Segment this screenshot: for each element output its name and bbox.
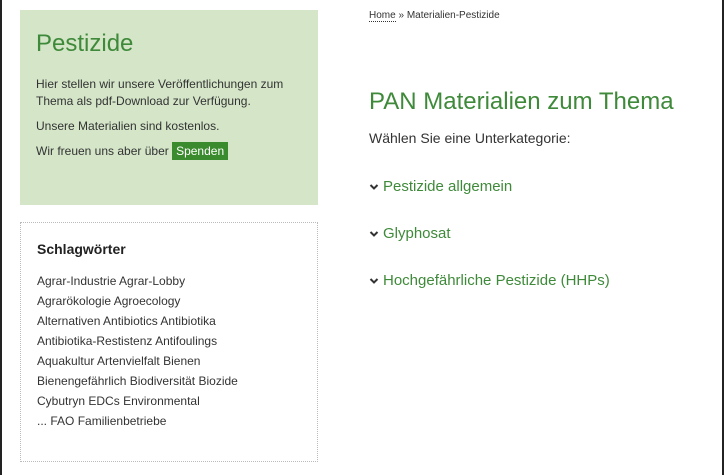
tag-link[interactable]: Antibiotika (160, 314, 215, 328)
tag-link[interactable]: FAO (50, 414, 74, 428)
breadcrumb-home-link[interactable]: Home (369, 10, 396, 22)
category-label: Pestizide allgemein (383, 178, 513, 195)
tag-link[interactable]: Agroecology (114, 294, 181, 308)
category-label: Hochgefährliche Pestizide (HHPs) (383, 272, 610, 289)
tag-link[interactable]: Biodiversität (130, 374, 195, 388)
chevron-down-icon (369, 183, 379, 190)
sidebar: Pestizide Hier stellen wir unsere Veröff… (20, 10, 318, 462)
tags-heading: Schlagwörter (37, 241, 126, 257)
tag-link[interactable]: ... (37, 414, 47, 428)
promo-text-3: Wir freuen uns aber über Spenden (36, 142, 304, 160)
promo-title: Pestizide (36, 30, 134, 57)
tag-line: Aquakultur Artenvielfalt Bienen (37, 351, 303, 371)
tag-link[interactable]: Antifoulings (155, 334, 217, 348)
category-list: Pestizide allgemein Glyphosat Hochgefährli… (369, 178, 726, 289)
donate-link[interactable]: Spenden (172, 142, 229, 160)
category-item[interactable]: Hochgefährliche Pestizide (HHPs) (369, 272, 726, 289)
category-item[interactable]: Pestizide allgemein (369, 178, 726, 195)
tag-link[interactable]: Biozide (198, 374, 237, 388)
chevron-down-icon (369, 277, 379, 284)
breadcrumb-separator: » (395, 10, 407, 21)
tag-line: Agrar-Industrie Agrar-Lobby (37, 271, 303, 291)
tag-link[interactable]: Aquakultur (37, 354, 94, 368)
tag-link[interactable]: EDCs (88, 394, 119, 408)
main-content: Home » Materialien-Pestizide PAN Materia… (369, 10, 726, 289)
tag-link[interactable]: Antibiotika-Restistenz (37, 334, 152, 348)
page-title: PAN Materialien zum Thema (369, 88, 674, 115)
tag-line: Antibiotika-Restistenz Antifoulings (37, 331, 303, 351)
tag-link[interactable]: Environmental (123, 394, 200, 408)
tag-line: ... FAO Familienbetriebe (37, 411, 303, 431)
promo-text-2: Unsere Materialien sind kostenlos. (36, 119, 220, 133)
tag-link[interactable]: Antibiotics (103, 314, 158, 328)
tag-link[interactable]: Agrar-Lobby (119, 274, 185, 288)
chevron-down-icon (369, 230, 379, 237)
tag-link[interactable]: Bienen (163, 354, 200, 368)
tag-link[interactable]: Bienengefährlich (37, 374, 126, 388)
tag-link[interactable]: Alternativen (37, 314, 100, 328)
tag-list: Agrar-Industrie Agrar-Lobby Agrarökologie… (37, 271, 303, 431)
tag-line: Bienengefährlich Biodiversität Biozide (37, 371, 303, 391)
tag-line: Cybutryn EDCs Environmental (37, 391, 303, 411)
tag-cloud: Schlagwörter Agrar-Industrie Agrar-Lobby… (20, 222, 318, 462)
tag-link[interactable]: Artenvielfalt (97, 354, 160, 368)
tag-link[interactable]: Agrarökologie (37, 294, 111, 308)
tag-line: Agrarökologie Agroecology (37, 291, 303, 311)
tag-link[interactable]: Agrar-Industrie (37, 274, 116, 288)
promo-text-1: Hier stellen wir unsere Veröffentlichung… (36, 77, 284, 108)
page-subtitle: Wählen Sie eine Unterkategorie: (369, 130, 571, 146)
tag-link[interactable]: Familienbetriebe (78, 414, 167, 428)
category-item[interactable]: Glyphosat (369, 225, 726, 242)
tag-line: Alternativen Antibiotics Antibiotika (37, 311, 303, 331)
promo-box: Pestizide Hier stellen wir unsere Veröff… (20, 10, 318, 205)
breadcrumb-current: Materialien-Pestizide (406, 10, 500, 21)
category-label: Glyphosat (383, 225, 451, 242)
breadcrumb: Home » Materialien-Pestizide (369, 10, 726, 30)
tag-link[interactable]: Cybutryn (37, 394, 85, 408)
promo-text-3-prefix: Wir freuen uns aber über (36, 144, 169, 158)
